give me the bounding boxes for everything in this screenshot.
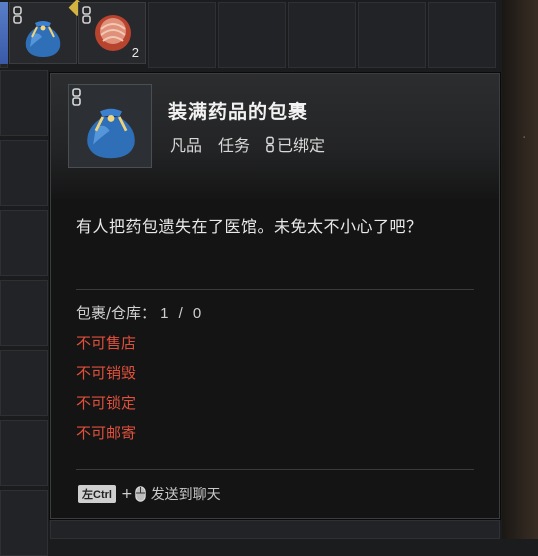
ctrl-key-badge: 左Ctrl (78, 485, 116, 503)
item-name: 装满药品的包裹 (168, 101, 309, 123)
send-to-chat-hint: 左Ctrl + 发送到聊天 (78, 484, 221, 504)
inventory-slot[interactable] (0, 350, 48, 416)
item-quality: 凡品 (170, 136, 203, 155)
inventory-slot[interactable] (0, 210, 48, 276)
inventory-slot[interactable] (0, 140, 48, 206)
faded-text: · (522, 130, 527, 146)
bound-label: 已绑定 (277, 136, 326, 155)
mouse-click-icon (134, 486, 146, 502)
bound-status: 已绑定 (266, 132, 341, 156)
inventory-slot-red-bundle[interactable]: 2 (78, 2, 146, 64)
inventory-slot-medicine-bag[interactable] (9, 0, 86, 64)
restriction-no-lock: 不可锁定 (76, 394, 137, 412)
inventory-slot[interactable] (50, 520, 500, 539)
item-icon-frame (68, 84, 152, 168)
partial-item-icon[interactable] (0, 2, 8, 64)
inventory-slot[interactable] (0, 490, 48, 556)
inventory-slot[interactable] (148, 2, 216, 68)
restriction-no-mail: 不可邮寄 (76, 424, 137, 442)
bound-chain-icon (82, 6, 91, 24)
item-category: 任务 (218, 136, 251, 155)
item-meta: 凡品 任务 已绑定 (170, 132, 341, 156)
inventory-slot[interactable] (0, 280, 48, 346)
restriction-no-destroy: 不可销毁 (76, 364, 137, 382)
side-panel-edge: · (502, 0, 538, 539)
bound-chain-icon (266, 136, 274, 152)
inventory-slot[interactable] (0, 70, 48, 136)
item-description: 有人把药包遗失在了医馆。未免太不小心了吧？ (76, 217, 423, 236)
inventory-slot[interactable] (358, 2, 426, 68)
stock-info: 包裹/仓库： 1 / 0 (76, 302, 204, 323)
medicine-bag-icon (87, 108, 135, 159)
stock-value: 1 / 0 (160, 305, 205, 322)
divider (76, 469, 474, 470)
inventory-slot[interactable] (288, 2, 356, 68)
inventory-slot[interactable] (428, 2, 496, 68)
red-bundle-icon (95, 15, 131, 51)
stock-label: 包裹/仓库： (76, 304, 157, 322)
inventory-slot[interactable] (0, 420, 48, 486)
plus-sign: + (120, 486, 133, 502)
send-to-chat-label: 发送到聊天 (150, 487, 221, 503)
item-count: 2 (131, 45, 139, 60)
inventory-slot[interactable] (218, 2, 286, 68)
restriction-no-sell: 不可售店 (76, 334, 137, 352)
medicine-bag-icon (25, 21, 61, 57)
divider (76, 289, 474, 290)
item-tooltip: 装满药品的包裹 凡品 任务 已绑定 有人把药包遗失在了医馆。未免太不小心了吧？ … (50, 73, 500, 519)
